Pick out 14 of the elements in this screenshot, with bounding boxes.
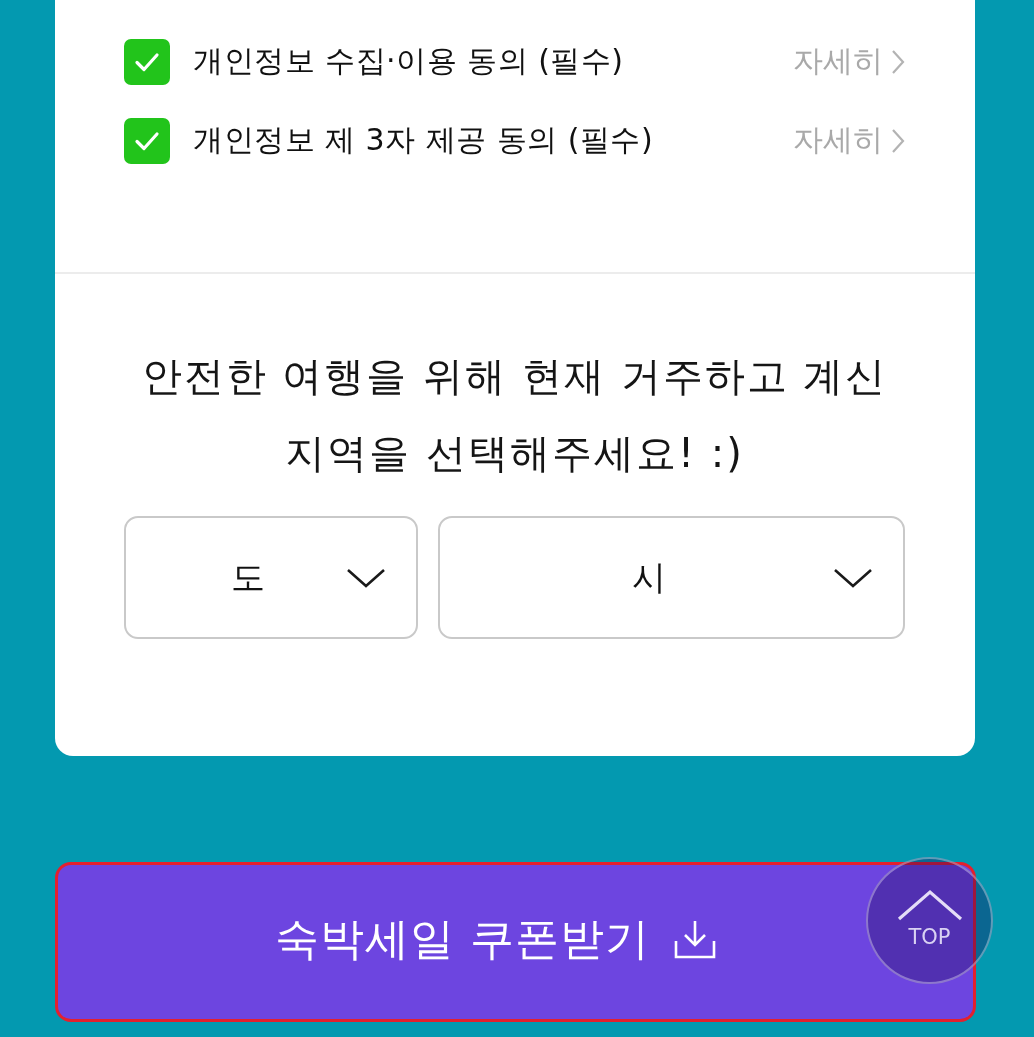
- region-select[interactable]: 도: [124, 516, 418, 639]
- chevron-up-icon: [895, 888, 964, 921]
- agreement-label: 개인정보 수집·이용 동의 (필수): [193, 42, 624, 80]
- agreement-label: 개인정보 제 3자 제공 동의 (필수): [193, 121, 654, 159]
- chevron-down-icon: [833, 566, 873, 589]
- region-select[interactable]: 시: [438, 516, 905, 639]
- download-icon: [674, 919, 716, 959]
- chevron-right-icon: [891, 127, 905, 154]
- checked-checkbox[interactable]: [124, 38, 170, 85]
- chevron-down-icon: [346, 566, 386, 589]
- checked-checkbox[interactable]: [124, 117, 170, 164]
- region-notice: 안전한 여행을 위해 현재 거주하고 계신 지역을 선택해주세요! :): [140, 352, 889, 478]
- scroll-top-button[interactable]: TOP: [866, 857, 993, 984]
- chevron-right-icon: [891, 48, 905, 75]
